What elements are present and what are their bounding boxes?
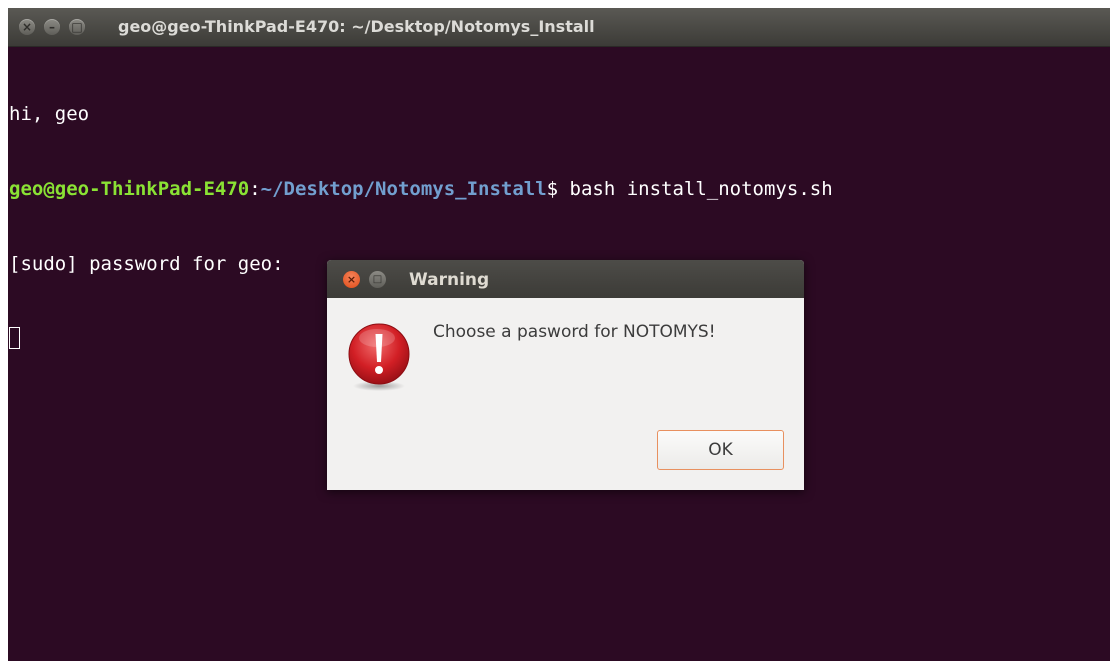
prompt-separator: : — [249, 178, 261, 200]
dialog-message: Choose a pasword for NOTOMYS! — [433, 322, 716, 342]
warning-dialog[interactable]: × □ Warning Choose a pasword for NOTOMYS… — [327, 260, 804, 490]
prompt-path: ~/Desktop/Notomys_Install — [260, 178, 547, 200]
terminal-line-prompt: geo@geo-ThinkPad-E470:~/Desktop/Notomys_… — [9, 177, 1109, 202]
dialog-close-icon[interactable]: × — [343, 271, 360, 288]
dialog-maximize-icon[interactable]: □ — [369, 271, 386, 288]
prompt-user-host: geo@geo-ThinkPad-E470 — [9, 178, 250, 200]
terminal-titlebar[interactable]: × – □ geo@geo-ThinkPad-E470: ~/Desktop/N… — [8, 8, 1110, 47]
ok-button[interactable]: OK — [657, 430, 784, 470]
maximize-window-icon[interactable]: □ — [69, 19, 85, 35]
terminal-line-greeting: hi, geo — [9, 103, 90, 125]
dialog-titlebar[interactable]: × □ Warning — [327, 260, 804, 298]
minimize-window-icon[interactable]: – — [44, 19, 60, 35]
dialog-title: Warning — [409, 270, 490, 290]
prompt-command: $ bash install_notomys.sh — [546, 178, 833, 200]
terminal-title: geo@geo-ThinkPad-E470: ~/Desktop/Notomys… — [118, 17, 595, 36]
text-cursor — [9, 327, 20, 349]
close-window-icon[interactable]: × — [19, 19, 35, 35]
warning-exclamation-icon — [348, 323, 410, 391]
